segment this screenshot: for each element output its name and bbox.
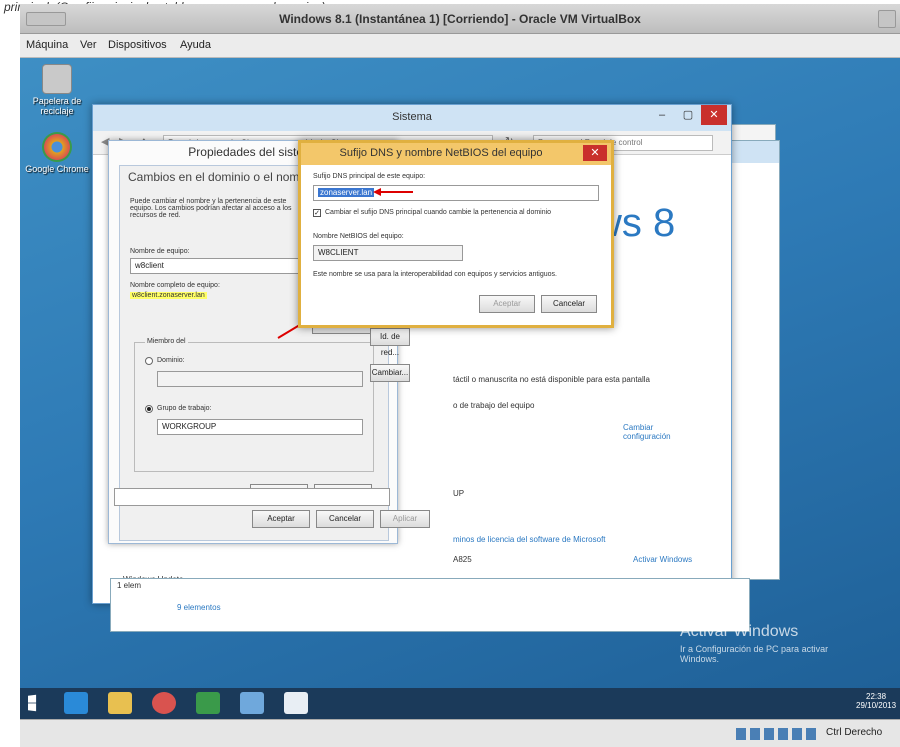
menu-ayuda[interactable]: Ayuda <box>180 39 211 51</box>
description-text: Puede cambiar el nombre y la pertenencia… <box>130 198 292 219</box>
system-icon[interactable] <box>284 692 308 714</box>
store-icon[interactable] <box>196 692 220 714</box>
host-key-label: Ctrl Derecho <box>826 727 883 738</box>
domain-radio[interactable] <box>145 357 153 365</box>
desktop-icon-label: Papelera de reciclaje <box>32 96 82 116</box>
vbox-status-icons[interactable] <box>736 728 816 740</box>
items-count: 9 elementos <box>177 603 221 612</box>
red-arrow-annotation <box>373 188 413 196</box>
dns-suffix-label: Sufijo DNS principal de este equipo: <box>313 173 426 180</box>
change-suffix-label: Cambiar el sufijo DNS principal cuando c… <box>325 209 552 216</box>
maximize-icon[interactable]: ▢ <box>675 105 701 125</box>
vbox-titlebar: Windows 8.1 (Instantánea 1) [Corriendo] … <box>20 4 900 34</box>
workgroup-radio[interactable] <box>145 405 153 413</box>
menu-dispositivos[interactable]: Dispositivos <box>108 39 167 51</box>
desktop-icon-label: Google Chrome <box>25 164 89 174</box>
explorer-window-bottom: 1 elem 9 elementos <box>110 578 750 632</box>
netbios-label: Nombre NetBIOS del equipo: <box>313 233 404 240</box>
recycle-bin-icon <box>42 64 72 94</box>
minimize-icon[interactable]: – <box>649 105 675 125</box>
netbios-note: Este nombre se usa para la interoperabil… <box>313 271 557 278</box>
dns-suffix-dialog: Sufijo DNS y nombre NetBIOS del equipo ✕… <box>298 140 614 328</box>
vbox-window-title: Windows 8.1 (Instantánea 1) [Corriendo] … <box>279 12 641 26</box>
workgroup-section: o de trabajo del equipo <box>453 401 535 410</box>
outer-cancel-button[interactable]: Cancelar <box>316 510 374 528</box>
computer-name-label: Nombre de equipo: <box>130 248 190 255</box>
network-icon[interactable] <box>240 692 264 714</box>
dns-suffix-input[interactable]: zonaserver.lan <box>313 185 599 201</box>
ie-icon[interactable] <box>64 692 88 714</box>
clock-time: 22:38 <box>866 692 887 701</box>
full-name-value: w8client.zonaserver.lan <box>130 292 207 299</box>
pen-touch-text: táctil o manuscrita no está disponible p… <box>453 375 651 384</box>
system-window-title: Sistema <box>392 111 432 123</box>
workgroup-input[interactable]: WORKGROUP <box>157 419 363 435</box>
dns-cancel-button[interactable]: Cancelar <box>541 295 597 313</box>
empty-field <box>114 488 390 506</box>
desktop-icon-chrome[interactable]: Google Chrome <box>24 132 90 174</box>
dns-suffix-value: zonaserver.lan <box>318 188 375 197</box>
change-suffix-checkbox[interactable]: ✓ <box>313 209 321 217</box>
activation-watermark-title: Activar Windows <box>680 623 799 640</box>
items-count-left: 1 elem <box>117 581 142 590</box>
clock[interactable]: 22:38 29/10/2013 <box>856 692 896 710</box>
chrome-icon <box>42 132 72 162</box>
activation-watermark-text: Ir a Configuración de PC para activar Wi… <box>680 644 829 664</box>
close-icon[interactable]: ✕ <box>583 145 607 161</box>
clock-date: 29/10/2013 <box>856 701 897 710</box>
change-config-link[interactable]: Cambiar configuración <box>623 423 703 441</box>
vbox-close-icon[interactable] <box>878 10 896 28</box>
outer-accept-button[interactable]: Aceptar <box>252 510 310 528</box>
start-icon[interactable] <box>28 694 37 712</box>
chrome-icon[interactable] <box>152 692 176 714</box>
dns-titlebar: Sufijo DNS y nombre NetBIOS del equipo ✕ <box>301 143 611 165</box>
system-titlebar: Sistema – ▢ ✕ <box>93 105 731 131</box>
domain-label: Dominio: <box>157 357 185 364</box>
domain-input[interactable] <box>157 371 363 387</box>
guest-desktop: Papelera de reciclaje Google Chrome Sist… <box>20 58 900 719</box>
member-of-group: Miembro del Dominio: Grupo de trabajo: W… <box>134 338 374 472</box>
menu-maquina[interactable]: Máquina <box>26 39 68 51</box>
change-button[interactable]: Cambiar... <box>370 364 410 382</box>
workgroup-value: UP <box>453 489 465 498</box>
taskbar: 22:38 29/10/2013 <box>20 688 900 719</box>
vbox-menubar: Máquina Ver Dispositivos Ayuda <box>20 34 900 58</box>
menu-ver[interactable]: Ver <box>80 39 97 51</box>
license-link[interactable]: minos de licencia del software de Micros… <box>453 535 606 544</box>
workgroup-label: Grupo de trabajo: <box>157 405 212 412</box>
full-name-label: Nombre completo de equipo: <box>130 282 220 289</box>
close-icon[interactable]: ✕ <box>701 105 727 125</box>
apply-button[interactable]: Aplicar <box>380 510 430 528</box>
member-of-label: Miembro del <box>145 338 188 345</box>
desktop-icon-recycle-bin[interactable]: Papelera de reciclaje <box>24 64 90 116</box>
activate-windows-link[interactable]: Activar Windows <box>633 555 692 564</box>
vbox-statusbar: Ctrl Derecho <box>20 719 900 747</box>
explorer-icon[interactable] <box>108 692 132 714</box>
network-id-button[interactable]: Id. de red... <box>370 328 410 357</box>
product-id: A825 <box>453 555 472 564</box>
dns-dialog-title: Sufijo DNS y nombre NetBIOS del equipo <box>339 147 543 159</box>
dns-accept-button[interactable]: Aceptar <box>479 295 535 313</box>
netbios-field: W8CLIENT <box>313 245 463 261</box>
